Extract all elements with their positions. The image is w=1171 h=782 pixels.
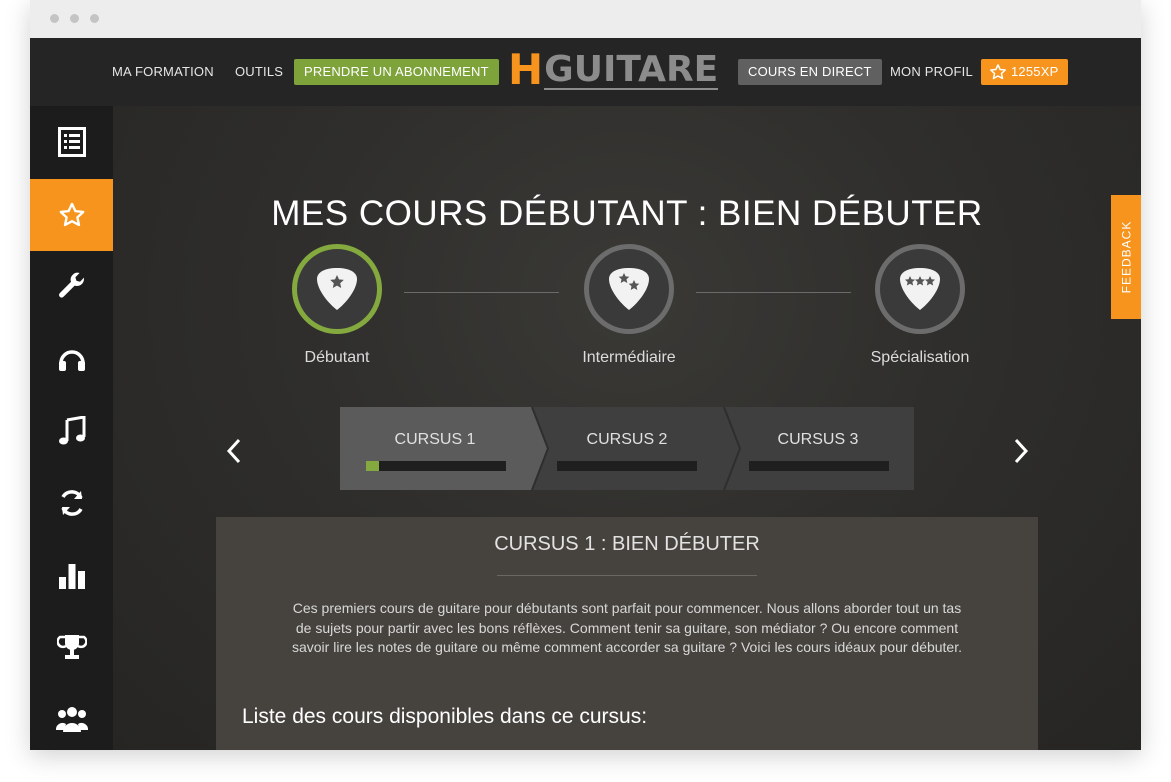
- level-badge: [584, 244, 674, 334]
- sidebar-item-tools[interactable]: [30, 251, 113, 323]
- guitar-pick-three-stars-icon: [900, 268, 940, 310]
- browser-window: MA FORMATION OUTILS PRENDRE UN ABONNEMEN…: [30, 0, 1141, 750]
- list-icon: [57, 127, 86, 157]
- sidebar-item-community[interactable]: [30, 683, 113, 750]
- bar-chart-icon: [58, 564, 85, 589]
- cursus-3-progress: [749, 461, 889, 471]
- logo-text: GUITARE: [544, 49, 719, 90]
- live-courses-button[interactable]: COURS EN DIRECT: [738, 59, 882, 85]
- level-connector: [404, 292, 559, 293]
- next-cursus-button[interactable]: [1006, 434, 1036, 468]
- tab-cursus-3[interactable]: CURSUS 3: [728, 431, 908, 449]
- sidebar-item-stats[interactable]: [30, 539, 113, 611]
- sidebar-item-music[interactable]: [30, 395, 113, 467]
- nav-ma-formation[interactable]: MA FORMATION: [112, 59, 214, 85]
- trophy-icon: [56, 635, 87, 659]
- star-outline-icon: [990, 64, 1006, 80]
- sidebar-item-audio[interactable]: [30, 323, 113, 395]
- cursus-detail-panel: CURSUS 1 : BIEN DÉBUTER Ces premiers cou…: [216, 517, 1038, 750]
- chevron-right-icon: [1014, 438, 1029, 464]
- description-line: savoir lire les notes de guitare ou même…: [291, 639, 963, 655]
- level-label-debutant: Débutant: [304, 349, 370, 366]
- sidebar-item-trophies[interactable]: [30, 611, 113, 683]
- headphones-icon: [58, 350, 85, 371]
- star-icon: [59, 202, 84, 227]
- cursus-title: CURSUS 1 : BIEN DÉBUTER: [494, 533, 760, 555]
- guitar-pick-two-stars-icon: [609, 268, 649, 310]
- chevron-left-icon: [226, 438, 241, 464]
- window-dot: [70, 14, 79, 23]
- nav-outils[interactable]: OUTILS: [235, 59, 283, 85]
- feedback-tab[interactable]: FEEDBACK: [1111, 195, 1141, 319]
- window-dot: [90, 14, 99, 23]
- sidebar-item-favorites[interactable]: [30, 179, 113, 251]
- sidebar-item-list[interactable]: [30, 106, 113, 178]
- description-line: Ces premiers cours de guitare pour début…: [292, 600, 962, 616]
- level-badge: [875, 244, 965, 334]
- level-debutant[interactable]: [292, 244, 382, 334]
- level-intermediaire[interactable]: [584, 244, 674, 334]
- top-navigation: MA FORMATION OUTILS PRENDRE UN ABONNEMEN…: [30, 38, 1141, 106]
- level-label-specialisation: Spécialisation: [870, 349, 970, 366]
- nav-mon-profil[interactable]: MON PROFIL: [890, 59, 973, 85]
- xp-value: 1255XP: [1011, 64, 1059, 79]
- cursus-2-progress: [557, 461, 697, 471]
- description-line: de sujets pour partir avec les bons réfl…: [295, 619, 959, 636]
- divider: [497, 575, 757, 576]
- xp-badge[interactable]: 1255XP: [981, 59, 1069, 85]
- guitar-pick-one-star-icon: [317, 268, 357, 310]
- subscribe-button[interactable]: PRENDRE UN ABONNEMENT: [294, 59, 499, 85]
- music-note-icon: [58, 416, 85, 445]
- cursus-1-progress-fill: [366, 461, 379, 471]
- wrench-icon: [58, 272, 84, 298]
- refresh-icon: [60, 490, 83, 516]
- course-list-heading: Liste des cours disponibles dans ce curs…: [242, 705, 648, 728]
- sidebar-item-sync[interactable]: [30, 467, 113, 539]
- cursus-stepper: CURSUS 1 CURSUS 2 CURSUS 3: [340, 407, 914, 490]
- hguitare-logo[interactable]: H GUITARE: [508, 45, 719, 94]
- tab-cursus-2[interactable]: CURSUS 2: [537, 431, 717, 449]
- feedback-label: FEEDBACK: [1119, 220, 1133, 294]
- sidebar: [30, 106, 113, 750]
- window-dot: [50, 14, 59, 23]
- window-chrome: [30, 0, 1141, 38]
- level-specialisation[interactable]: [875, 244, 965, 334]
- level-badge: [292, 244, 382, 334]
- logo-h: H: [508, 45, 543, 94]
- users-icon: [55, 707, 88, 732]
- page-title: MES COURS DÉBUTANT : BIEN DÉBUTER: [271, 194, 983, 233]
- level-connector: [696, 292, 851, 293]
- main-content: MES COURS DÉBUTANT : BIEN DÉBUTER Débuta…: [113, 106, 1141, 750]
- tab-cursus-1[interactable]: CURSUS 1: [345, 431, 525, 449]
- level-label-intermediaire: Intermédiaire: [582, 349, 676, 366]
- previous-cursus-button[interactable]: [219, 434, 249, 468]
- cursus-description: Ces premiers cours de guitare pour début…: [254, 599, 1000, 658]
- cursus-1-progress: [366, 461, 506, 471]
